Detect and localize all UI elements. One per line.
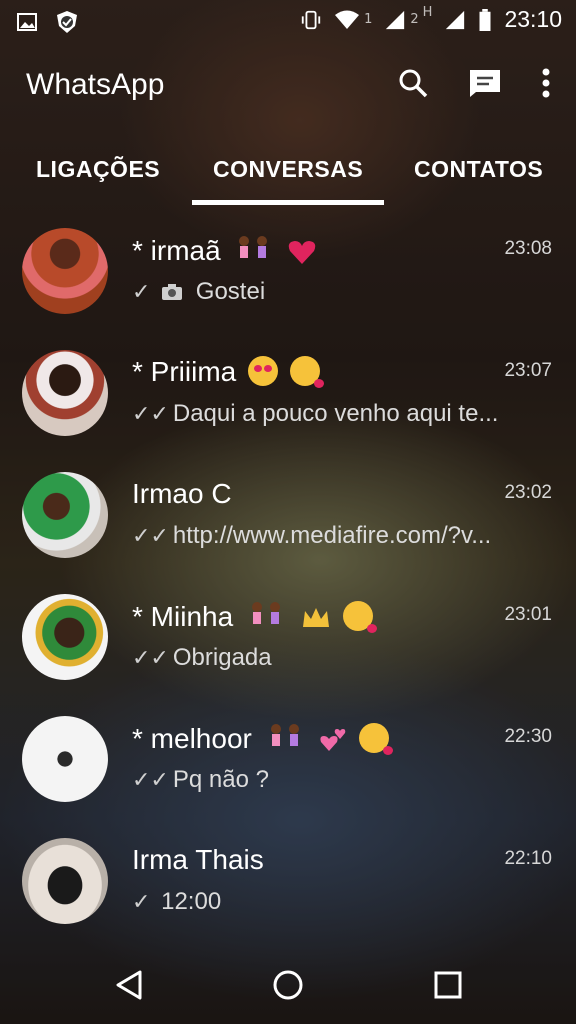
chat-time: 23:07 (504, 360, 552, 381)
chat-name-text: Irmao C (132, 478, 232, 509)
home-icon[interactable] (271, 968, 305, 1002)
app-title: WhatsApp (26, 68, 165, 101)
chat-row[interactable]: * Miinha 23:01 ✓✓ Obrigada (0, 586, 576, 708)
search-icon[interactable] (398, 68, 428, 98)
crown-emoji (302, 608, 329, 627)
signal-icon (386, 10, 405, 29)
two-girls-emoji (239, 236, 268, 258)
chat-preview: ✓✓ http://www.mediafire.com/?v... (132, 522, 542, 550)
two-girls-emoji (270, 724, 299, 746)
double-check-icon: ✓✓ (132, 523, 169, 548)
chat-preview-text: 12:00 (161, 888, 222, 915)
chat-name: * Priiima (132, 356, 324, 388)
two-girls-emoji (251, 602, 280, 624)
chat-time: 23:02 (504, 482, 552, 503)
status-bar: 1 2 H 23:10 (0, 0, 576, 42)
avatar[interactable] (22, 838, 108, 924)
avatar[interactable] (22, 594, 108, 680)
chat-name: * melhoor (132, 722, 394, 755)
chat-row[interactable]: Irma Thais 22:10 ✓ 12:00 (0, 830, 576, 952)
kissing-face-emoji (289, 356, 324, 388)
sim1-label: 1 (364, 12, 373, 27)
chat-name: * Miinha (132, 600, 377, 633)
double-check-icon: ✓✓ (132, 645, 169, 670)
tab-calls[interactable]: LIGAÇÕES (36, 156, 160, 183)
single-check-icon: ✓ (132, 279, 151, 304)
chat-time: 22:30 (504, 726, 552, 747)
camera-icon (162, 284, 183, 300)
chat-preview: ✓✓ Pq não ? (132, 766, 542, 794)
active-tab-indicator (192, 200, 384, 205)
tab-contacts[interactable]: CONTATOS (414, 156, 543, 183)
chat-name-text: * Priiima (132, 356, 237, 387)
chat-preview: ✓✓ Obrigada (132, 644, 542, 672)
status-time: 23:10 (504, 6, 562, 32)
more-vert-icon[interactable] (542, 68, 550, 98)
red-heart-emoji (289, 241, 316, 264)
chat-preview-text: Daqui a pouco venho aqui te... (172, 400, 499, 427)
signal-icon (446, 10, 465, 29)
double-check-icon: ✓✓ (132, 767, 169, 792)
chat-name: * irmaã (132, 234, 316, 267)
chat-preview-text: Gostei (195, 278, 266, 305)
kissing-face-emoji (342, 601, 377, 633)
chat-time: 22:10 (504, 848, 552, 869)
chat-name-text: * Miinha (132, 601, 234, 632)
wifi-icon (335, 10, 360, 29)
tab-chats[interactable]: CONVERSAS (213, 156, 363, 183)
chat-preview-text: Pq não ? (172, 766, 269, 793)
avatar[interactable] (22, 472, 108, 558)
battery-icon (479, 8, 491, 31)
two-hearts-emoji (320, 729, 346, 751)
chat-preview-text: http://www.mediafire.com/?v... (172, 522, 492, 549)
avatar[interactable] (22, 716, 108, 802)
chat-name-text: * melhoor (132, 723, 252, 754)
avatar[interactable] (22, 228, 108, 314)
vibrate-icon (301, 10, 321, 29)
chat-time: 23:01 (504, 604, 552, 625)
chat-preview-text: Obrigada (172, 644, 272, 671)
double-check-icon: ✓✓ (132, 401, 169, 426)
heart-eyes-emoji (248, 356, 279, 386)
chat-preview: ✓ 12:00 (132, 888, 542, 916)
navigation-bar (0, 946, 576, 1024)
avatar[interactable] (22, 350, 108, 436)
chat-name-text: Irma Thais (132, 844, 264, 875)
chat-row[interactable]: * Priiima 23:07 ✓✓ Daqui a pouco venho aq… (0, 342, 576, 464)
chat-name: Irma Thais (132, 844, 264, 876)
new-chat-icon[interactable] (468, 68, 502, 98)
chat-row[interactable]: * irmaã 23:08 ✓ Gostei (0, 220, 576, 342)
single-check-icon: ✓ (132, 889, 151, 914)
chat-name: Irmao C (132, 478, 232, 510)
chat-preview: ✓✓ Daqui a pouco venho aqui te... (132, 400, 542, 428)
chat-row[interactable]: * melhoor 22:30 ✓✓ Pq não ? (0, 708, 576, 830)
chat-preview: ✓ Gostei (132, 278, 542, 306)
chat-name-text: * irmaã (132, 235, 221, 266)
kissing-face-emoji (359, 723, 394, 755)
recents-icon[interactable] (431, 968, 465, 1002)
chat-time: 23:08 (504, 238, 552, 259)
sim2-label: 2 (410, 12, 419, 27)
tab-bar: LIGAÇÕES CONVERSAS CONTATOS (0, 134, 576, 206)
back-icon[interactable] (112, 968, 146, 1002)
chat-row[interactable]: Irmao C 23:02 ✓✓ http://www.mediafire.com… (0, 464, 576, 586)
network-type-label: H (422, 5, 433, 20)
app-bar: WhatsApp (0, 42, 576, 134)
shield-icon (57, 11, 77, 33)
image-icon (17, 13, 37, 31)
